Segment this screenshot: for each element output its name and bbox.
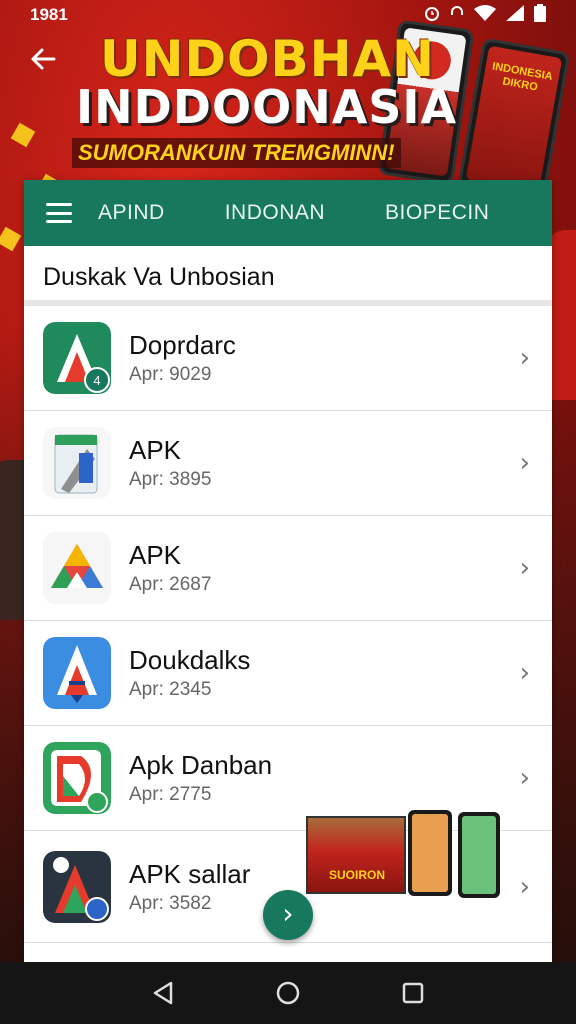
app-name: Apk Danban bbox=[129, 750, 273, 780]
confetti bbox=[0, 226, 22, 252]
chevron-right-icon: › bbox=[519, 871, 530, 902]
hamburger-icon[interactable] bbox=[46, 203, 72, 223]
app-version: Apr: 3582 bbox=[129, 892, 212, 914]
system-nav-bar bbox=[0, 962, 576, 1024]
chevron-right-icon: › bbox=[519, 658, 530, 688]
list-item[interactable]: APK Apr: 2687 › bbox=[24, 516, 552, 621]
tab-bar: APIND INDONAN BIOPECIN bbox=[24, 180, 552, 246]
play-d-icon bbox=[43, 742, 111, 814]
promo-image[interactable]: SUOIRON bbox=[306, 810, 506, 900]
back-triangle-icon[interactable] bbox=[148, 978, 178, 1008]
app-version: Apr: 9029 bbox=[129, 364, 212, 385]
chevron-right-icon: › bbox=[519, 448, 530, 478]
app-name: Doprdarc bbox=[129, 330, 236, 360]
home-circle-icon[interactable] bbox=[273, 978, 303, 1008]
dark-a-icon bbox=[43, 850, 111, 923]
app-version: Apr: 2775 bbox=[129, 784, 212, 805]
tab-apind[interactable]: APIND bbox=[98, 201, 165, 225]
status-icons bbox=[424, 3, 546, 27]
blue-a-icon bbox=[43, 637, 111, 709]
list-item[interactable]: Doukdalks Apr: 2345 › bbox=[24, 621, 552, 726]
svg-text:4: 4 bbox=[93, 373, 100, 388]
chevron-right-icon: › bbox=[282, 897, 294, 930]
alarm-icon bbox=[424, 5, 440, 26]
chevron-right-icon: › bbox=[519, 763, 530, 793]
battery-icon bbox=[534, 3, 546, 27]
app-version: Apr: 2687 bbox=[129, 574, 212, 595]
app-name: Doukdalks bbox=[129, 645, 251, 675]
green-a-icon: 4 bbox=[43, 322, 111, 394]
app-list-card: APIND INDONAN BIOPECIN Duskak Va Unbosia… bbox=[24, 180, 552, 962]
chevron-right-icon: › bbox=[519, 553, 530, 583]
recents-square-icon[interactable] bbox=[398, 978, 428, 1008]
drive-icon bbox=[43, 532, 111, 604]
list-item[interactable]: 4 Doprdarc Apr: 9029 › bbox=[24, 306, 552, 411]
back-arrow-icon[interactable] bbox=[28, 44, 64, 80]
promo-label: SUOIRON bbox=[328, 868, 385, 882]
next-fab-button[interactable]: › bbox=[263, 890, 313, 940]
wifi-icon bbox=[474, 4, 496, 26]
status-time: 1981 bbox=[30, 5, 68, 24]
app-version: Apr: 3895 bbox=[129, 469, 212, 490]
headset-icon bbox=[450, 5, 464, 26]
banner-title-secondary: INDDOONASIA bbox=[76, 80, 458, 134]
chevron-right-icon: › bbox=[519, 343, 530, 373]
app-version: Apr: 2345 bbox=[129, 679, 212, 700]
banner-phone-image: INDONESIA DIKRO bbox=[457, 37, 571, 201]
confetti bbox=[10, 122, 36, 148]
status-bar: 1981 bbox=[0, 0, 576, 30]
app-name: APK bbox=[129, 435, 182, 465]
section-title: Duskak Va Unbosian bbox=[24, 246, 552, 306]
app-name: APK sallar bbox=[129, 858, 251, 889]
tab-biopecin[interactable]: BIOPECIN bbox=[385, 201, 489, 225]
banner-subtitle: SUMORANKUIN TREMGMINN! bbox=[72, 138, 401, 168]
package-icon bbox=[43, 427, 111, 499]
signal-icon bbox=[506, 4, 524, 26]
list-item[interactable]: APK Apr: 3895 › bbox=[24, 411, 552, 516]
app-name: APK bbox=[129, 540, 182, 570]
tab-indonan[interactable]: INDONAN bbox=[225, 201, 325, 225]
